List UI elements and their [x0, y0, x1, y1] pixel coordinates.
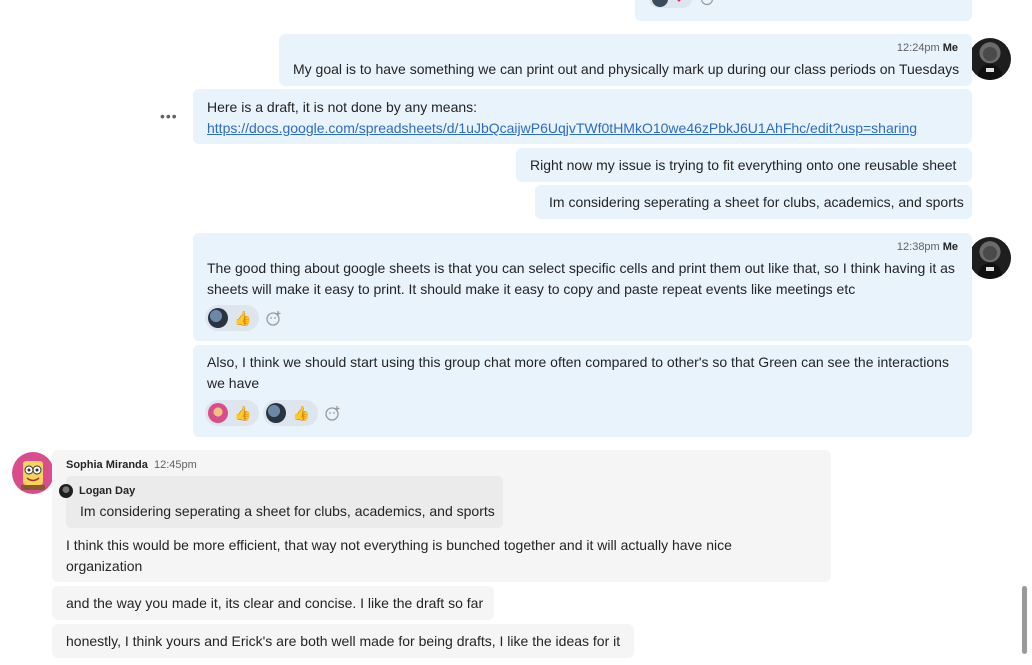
- message-bubble-group-chat[interactable]: Also, I think we should start using this…: [193, 345, 972, 437]
- my-avatar[interactable]: [969, 237, 1011, 279]
- quoted-message[interactable]: Logan Day Im considering seperating a sh…: [59, 476, 503, 528]
- previous-reactions: ❤: [649, 0, 718, 12]
- message-bubble-goal[interactable]: 12:24pm Me My goal is to have something w…: [279, 34, 972, 86]
- avatar-person-icon: [977, 246, 1003, 279]
- thumbs-up-reaction-pill[interactable]: 👍: [263, 400, 318, 426]
- previous-message-bubble[interactable]: ❤: [635, 0, 972, 21]
- message-bubble-sophia-reply[interactable]: Sophia Miranda 12:45pm Logan Day Im cons…: [52, 450, 831, 582]
- add-reaction-icon[interactable]: [322, 402, 344, 424]
- add-reaction-icon[interactable]: [263, 307, 285, 329]
- message-text: Im considering seperating a sheet for cl…: [549, 194, 964, 210]
- message-bubble-sophia-draft[interactable]: and the way you made it, its clear and c…: [52, 586, 494, 620]
- message-text: and the way you made it, its clear and c…: [66, 595, 484, 611]
- message-text: honestly, I think yours and Erick's are …: [66, 633, 621, 649]
- heart-reaction-pill[interactable]: ❤: [649, 0, 693, 8]
- message-text: The good thing about google sheets is th…: [207, 260, 955, 297]
- message-bubble-sophia-honestly[interactable]: honestly, I think yours and Erick's are …: [52, 624, 634, 658]
- reactor-avatar: [266, 403, 287, 423]
- message-text: I think this would be more efficient, th…: [66, 537, 732, 574]
- heart-icon: ❤: [674, 0, 684, 6]
- message-meta: 12:24pm Me: [897, 42, 958, 54]
- message-author: Me: [942, 241, 958, 253]
- reactions: 👍: [205, 305, 285, 331]
- message-author: Me: [942, 42, 958, 54]
- message-meta: 12:38pm Me: [897, 241, 958, 253]
- reactor-avatar: [208, 403, 228, 423]
- message-bubble-issue[interactable]: Right now my issue is trying to fit ever…: [516, 148, 972, 182]
- message-author: Sophia Miranda: [66, 459, 148, 471]
- quote-text: Im considering seperating a sheet for cl…: [80, 503, 495, 519]
- message-text: My goal is to have something we can prin…: [293, 61, 960, 77]
- spreadsheet-link[interactable]: https://docs.google.com/spreadsheets/d/1…: [207, 118, 917, 139]
- message-text: Also, I think we should start using this…: [207, 354, 949, 391]
- thumbs-up-icon: 👍: [234, 405, 252, 421]
- message-bubble-google-sheets[interactable]: 12:38pm Me The good thing about google sh…: [193, 233, 972, 341]
- reactor-avatar: [652, 0, 668, 7]
- sophia-avatar[interactable]: [12, 452, 54, 494]
- message-time: 12:24pm: [896, 42, 940, 54]
- quote-author: Logan Day: [79, 485, 136, 497]
- quote-header: Logan Day: [59, 484, 135, 498]
- thumbs-up-icon: 👍: [292, 405, 310, 421]
- message-time: 12:38pm: [896, 241, 940, 253]
- message-text: Here is a draft, it is not done by any m…: [207, 99, 478, 115]
- message-time: 12:45pm: [153, 459, 197, 471]
- thumbs-up-reaction-pill[interactable]: 👍: [205, 400, 260, 426]
- message-meta: Sophia Miranda 12:45pm: [66, 459, 197, 471]
- reactor-avatar: [208, 308, 228, 328]
- add-reaction-icon[interactable]: [696, 0, 718, 8]
- message-text: Right now my issue is trying to fit ever…: [530, 157, 957, 173]
- more-options-icon[interactable]: •••: [160, 108, 178, 124]
- message-bubble-draft[interactable]: Here is a draft, it is not done by any m…: [193, 89, 972, 144]
- avatar-person-icon: [977, 47, 1003, 80]
- message-bubble-seperating[interactable]: Im considering seperating a sheet for cl…: [535, 185, 972, 219]
- my-avatar[interactable]: [969, 38, 1011, 80]
- thumbs-up-icon: 👍: [234, 310, 252, 326]
- spongebob-avatar-icon: [21, 461, 45, 490]
- scrollbar-thumb[interactable]: [1022, 586, 1027, 654]
- thumbs-up-reaction-pill[interactable]: 👍: [205, 305, 260, 331]
- reactions: 👍 👍: [205, 400, 344, 426]
- logan-avatar: [59, 484, 73, 498]
